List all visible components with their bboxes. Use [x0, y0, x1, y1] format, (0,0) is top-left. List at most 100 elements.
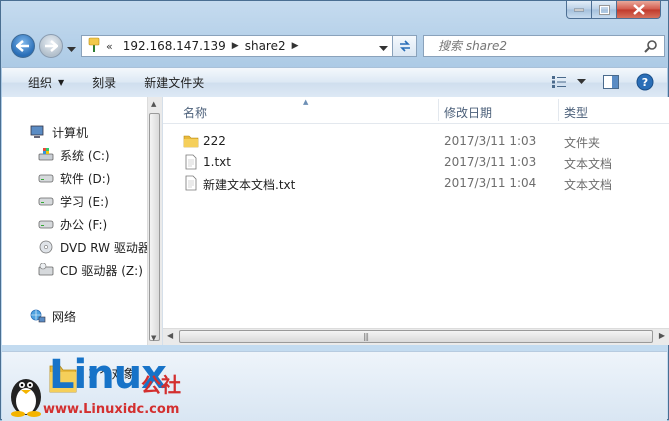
- maximize-icon: [598, 4, 610, 15]
- view-list-icon: [552, 76, 566, 88]
- scrollbar-grip: |||: [363, 332, 369, 341]
- sidebar-item-dvd-drive[interactable]: DVD RW 驱动器: [38, 237, 148, 257]
- file-list-horizontal-scrollbar[interactable]: ◀ ||| ▶: [163, 328, 669, 345]
- column-type[interactable]: 类型: [564, 104, 588, 121]
- minimize-button[interactable]: [566, 1, 592, 19]
- arrow-left-icon: [16, 40, 29, 52]
- organize-label: 组织: [28, 76, 53, 90]
- location-icon: [88, 37, 100, 56]
- new-folder-label: 新建文件夹: [144, 76, 205, 90]
- sidebar-item-drive-f[interactable]: 办公 (F:): [38, 214, 107, 234]
- navigation-pane: 计算机 系统 (C:) 软件 (D:) 学习 (E:) 办公 (F:) DVD …: [2, 97, 163, 345]
- column-divider[interactable]: [558, 99, 559, 121]
- sidebar-item-network[interactable]: 网络: [30, 306, 76, 326]
- refresh-button[interactable]: [393, 35, 417, 57]
- address-segment-host[interactable]: 192.168.147.139: [123, 39, 226, 53]
- dvd-drive-icon: [38, 240, 54, 254]
- scroll-down-icon[interactable]: ▼: [151, 334, 156, 342]
- forward-button[interactable]: [39, 34, 63, 58]
- sidebar-item-label: 系统 (C:): [60, 148, 110, 163]
- recent-pages-dropdown[interactable]: [67, 42, 76, 56]
- chevron-down-icon: ▼: [58, 78, 65, 87]
- organize-button[interactable]: 组织 ▼: [28, 74, 64, 91]
- sort-ascending-icon: ▲: [303, 98, 309, 106]
- caption-buttons: [566, 1, 661, 19]
- sidebar-item-drive-d[interactable]: 软件 (D:): [38, 168, 110, 188]
- scrollbar-thumb[interactable]: [149, 113, 160, 341]
- sidebar-item-drive-c[interactable]: 系统 (C:): [38, 145, 110, 165]
- scroll-left-icon[interactable]: ◀: [167, 331, 173, 340]
- file-type: 文本文档: [564, 178, 613, 192]
- watermark: Linux 公社 www.Linuxidc.com: [1, 351, 201, 421]
- back-button[interactable]: [11, 34, 35, 58]
- drive-icon: [38, 171, 54, 185]
- search-icon[interactable]: [644, 39, 658, 56]
- help-button[interactable]: ?: [631, 72, 659, 92]
- file-type: 文件夹: [564, 136, 601, 150]
- file-row[interactable]: 222 2017/3/11 1:03 文件夹: [163, 131, 669, 151]
- sidebar-item-label: 学习 (E:): [60, 194, 109, 209]
- sidebar-item-drive-e[interactable]: 学习 (E:): [38, 191, 109, 211]
- watermark-suffix: 公社: [141, 373, 181, 397]
- column-date[interactable]: 修改日期: [444, 104, 492, 121]
- close-button[interactable]: [617, 1, 661, 19]
- navigation-bar: « 192.168.147.139 ▶ share2 ▶: [9, 32, 665, 62]
- new-folder-button[interactable]: 新建文件夹: [144, 74, 204, 91]
- change-view-button[interactable]: [545, 72, 573, 92]
- sidebar-item-label: 网络: [52, 309, 77, 324]
- scrollbar-thumb[interactable]: [179, 330, 653, 343]
- sidebar-item-label: 计算机: [52, 125, 89, 140]
- tux-penguin-icon: [7, 371, 45, 420]
- preview-pane-button[interactable]: [597, 72, 625, 92]
- sidebar-item-computer[interactable]: 计算机: [30, 122, 88, 142]
- column-name[interactable]: 名称: [183, 104, 207, 121]
- column-header: ▲ 名称 修改日期 类型: [163, 97, 669, 124]
- minimize-icon: [574, 8, 584, 11]
- chevron-right-icon[interactable]: ▶: [232, 41, 239, 51]
- folder-icon: [183, 133, 199, 152]
- burn-label: 刻录: [92, 76, 117, 90]
- maximize-button[interactable]: [592, 1, 617, 19]
- watermark-url: www.Linuxidc.com: [43, 402, 180, 417]
- text-file-icon: [183, 175, 199, 194]
- close-icon: [632, 4, 645, 15]
- drive-icon: [38, 217, 54, 231]
- sidebar-item-label: DVD RW 驱动器: [60, 240, 148, 255]
- column-divider[interactable]: [438, 99, 439, 121]
- address-dropdown-button[interactable]: [379, 41, 388, 55]
- burn-button[interactable]: 刻录: [92, 74, 116, 91]
- file-row[interactable]: 1.txt 2017/3/11 1:03 文本文档: [163, 152, 669, 172]
- address-overflow-button[interactable]: «: [106, 40, 113, 53]
- search-box[interactable]: [423, 35, 665, 57]
- file-list: ▲ 名称 修改日期 类型 222 2017/3/11 1:03 文件夹 1.tx…: [163, 97, 669, 345]
- command-bar: 组织 ▼ 刻录 新建文件夹 ?: [2, 67, 667, 98]
- arrow-right-icon: [45, 40, 58, 52]
- preview-pane-icon: [603, 75, 619, 89]
- chevron-down-icon: [576, 79, 586, 84]
- file-type: 文本文档: [564, 157, 613, 171]
- chevron-right-icon[interactable]: ▶: [292, 41, 299, 51]
- network-icon: [30, 309, 46, 323]
- address-bar[interactable]: « 192.168.147.139 ▶ share2 ▶: [81, 35, 393, 57]
- refresh-icon: [399, 40, 410, 52]
- system-drive-icon: [38, 148, 54, 162]
- search-input[interactable]: [436, 38, 630, 54]
- sidebar-item-label: 软件 (D:): [60, 171, 111, 186]
- text-file-icon: [183, 154, 199, 173]
- scroll-right-icon[interactable]: ▶: [659, 331, 665, 340]
- navigation-pane-scrollbar[interactable]: ▲ ▼: [147, 97, 162, 345]
- file-date: 2017/3/11 1:03: [444, 155, 537, 169]
- file-date: 2017/3/11 1:04: [444, 176, 537, 190]
- scroll-up-icon[interactable]: ▲: [151, 100, 156, 108]
- folder-tree: 计算机 系统 (C:) 软件 (D:) 学习 (E:) 办公 (F:) DVD …: [2, 97, 148, 345]
- file-name: 1.txt: [203, 155, 231, 169]
- view-options-dropdown[interactable]: [573, 72, 589, 92]
- file-name: 新建文本文档.txt: [203, 178, 296, 192]
- sidebar-item-cd-drive[interactable]: CD 驱动器 (Z:): [38, 260, 143, 280]
- svg-text:?: ?: [642, 76, 648, 89]
- file-row[interactable]: 新建文本文档.txt 2017/3/11 1:04 文本文档: [163, 173, 669, 193]
- explorer-window: « 192.168.147.139 ▶ share2 ▶ 组织 ▼: [0, 0, 669, 421]
- sidebar-item-label: 办公 (F:): [60, 217, 108, 232]
- help-icon: ?: [636, 73, 654, 91]
- address-segment-share[interactable]: share2: [245, 39, 286, 53]
